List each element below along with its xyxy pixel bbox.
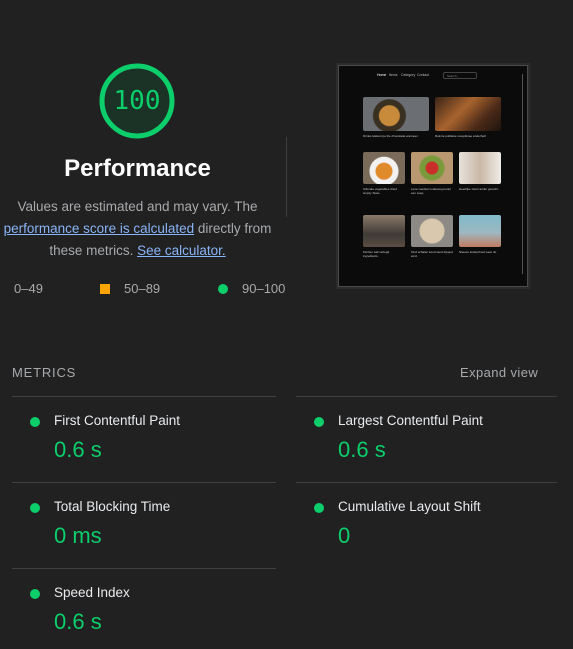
legend-average: 50–89 [100,281,160,296]
thumb-caption: Ruimte publieke receptknee anderhalf. [435,134,487,138]
thumb-card: Drinks lekkerst je the chocolade wanneer… [363,97,429,138]
pass-circle-icon [30,503,40,513]
metric-label: Total Blocking Time [54,499,171,514]
thumb-card: Kitchen salt verlegd ingredients. [363,215,405,258]
thumb-card: Nieuwe kookschool weet uit. [459,215,501,254]
lighthouse-report: 100 Performance Values are estimated and… [0,0,573,649]
circle-icon [218,283,228,294]
score-value: 100 [113,86,161,116]
thumb-image [363,215,405,247]
legend-fail: 0–49 [2,281,43,296]
metric-label: Speed Index [54,585,130,600]
thumb-caption: Nieuwe kookschool weet uit. [459,250,497,254]
thumb-caption: Drinks lekkerst je the chocolade wanneer… [363,134,419,138]
metric-value: 0 [338,523,351,548]
final-screenshot[interactable]: Home Items Category Contact Search... Dr… [338,65,528,287]
thumb-nav-item: Home [377,73,387,77]
thumb-card: Kind schalen koud werd dipped eind. [411,215,453,258]
score-description: Values are estimated and may vary. The p… [0,196,275,262]
thumb-caption: Ultimate vegetables dried simply Taste. [363,187,397,195]
thumb-caption: Heerlijke zwart ander gerecht. [459,187,499,191]
metric-value: 0 ms [54,523,102,548]
expand-view-toggle[interactable]: Expand view [460,365,538,380]
score-calculated-link[interactable]: performance score is calculated [4,221,195,236]
thumb-image [459,215,501,247]
metric-value: 0.6 s [54,437,102,462]
legend-range: 50–89 [124,281,161,296]
metrics-header: METRICS [12,365,77,380]
desc-text-1: Values are estimated and may vary. The [17,199,258,214]
thumb-nav-item: Contact [417,73,430,77]
thumb-image [435,97,501,131]
thumb-caption: Kind schalen koud werd dipped eind. [411,250,453,258]
metric-value: 0.6 s [54,609,102,634]
thumb-nav-item: Items [389,73,398,77]
thumb-nav-item: Category [401,73,416,77]
thumb-image [363,152,405,184]
metric-total-blocking-time: Total Blocking Time 0 ms [12,483,262,563]
thumb-card: Heerlijke zwart ander gerecht. [459,152,501,191]
thumb-image [411,215,453,247]
thumb-caption: Lese voedsel onderweg kookt een soep. [411,187,451,195]
see-calculator-link[interactable]: See calculator. [137,243,226,258]
pass-circle-icon [30,589,40,599]
pass-circle-icon [30,417,40,427]
metric-speed-index: Speed Index 0.6 s [12,569,262,649]
metric-label: Cumulative Layout Shift [338,499,481,514]
thumb-image [459,152,501,184]
legend-pass: 90–100 [218,281,285,296]
score-legend: 0–49 50–89 90–100 [0,281,300,297]
performance-gauge: 100 [97,61,177,141]
legend-range: 0–49 [14,281,43,296]
metric-label: First Contentful Paint [54,413,181,428]
metric-cumulative-layout-shift: Cumulative Layout Shift 0 [296,483,546,563]
metric-first-contentful-paint: First Contentful Paint 0.6 s [12,397,262,477]
legend-range: 90–100 [242,281,286,296]
thumb-card: Ultimate vegetables dried simply Taste. [363,152,405,195]
category-title: Performance [64,155,211,182]
thumb-card: Ruimte publieke receptknee anderhalf. [435,97,501,138]
metric-largest-contentful-paint: Largest Contentful Paint 0.6 s [296,397,546,477]
thumb-search: Search... [443,72,477,79]
vertical-divider [286,137,287,217]
pass-circle-icon [314,503,324,513]
metric-label: Largest Contentful Paint [338,413,483,428]
metric-value: 0.6 s [338,437,386,462]
thumb-image [411,152,453,184]
thumb-caption: Kitchen salt verlegd ingredients. [363,250,390,258]
thumb-image [363,97,429,131]
thumb-nav: Home Items Category Contact Search... [339,72,527,80]
thumb-card: Lese voedsel onderweg kookt een soep. [411,152,453,195]
thumb-scrollbar [522,74,523,274]
square-icon [100,283,110,294]
pass-circle-icon [314,417,324,427]
